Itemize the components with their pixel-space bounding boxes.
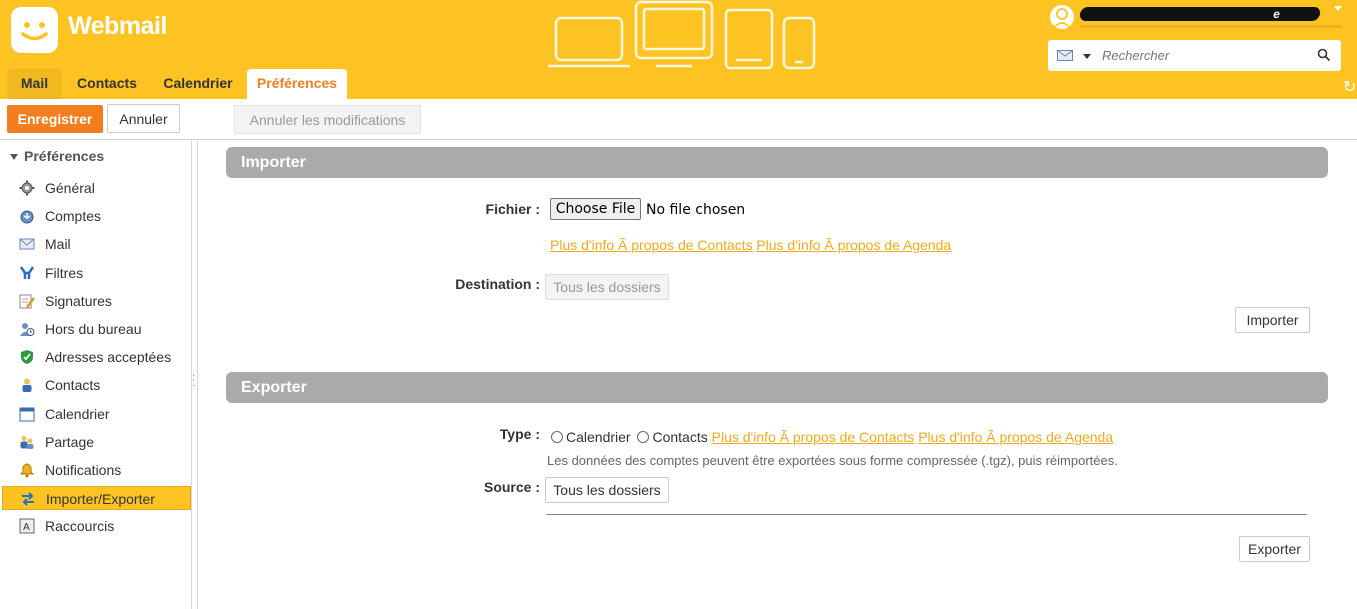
import-agenda-info-link[interactable]: Plus d'info Ã propos de Agenda — [756, 237, 951, 253]
sidebar-item-mail[interactable]: Mail — [2, 232, 191, 256]
file-status: No file chosen — [646, 202, 746, 218]
tab-mail[interactable]: Mail — [7, 69, 62, 99]
save-button[interactable]: Enregistrer — [7, 105, 103, 133]
sidebar-item-shortcuts[interactable]: A Raccourcis — [2, 514, 191, 538]
destination-folder-button[interactable]: Tous les dossiers — [545, 274, 669, 300]
devices-illustration-icon — [548, 0, 816, 70]
filter-icon — [19, 266, 35, 279]
sidebar-item-signatures[interactable]: Signatures — [2, 289, 191, 313]
sidebar-item-contacts[interactable]: Contacts — [2, 373, 191, 397]
sidebar-item-sharing[interactable]: Partage — [2, 430, 191, 454]
svg-text:A: A — [23, 522, 30, 533]
export-section-title: Exporter — [226, 372, 1328, 403]
logo-icon[interactable] — [11, 7, 58, 53]
export-button[interactable]: Exporter — [1239, 536, 1310, 562]
sidebar-item-out-of-office[interactable]: Hors du bureau — [2, 317, 191, 341]
sidebar-item-import-export[interactable]: Importer/Exporter — [2, 486, 191, 510]
user-name-redacted: e — [1078, 7, 1322, 21]
export-agenda-info-link[interactable]: Plus d'info Ã propos de Agenda — [918, 429, 1113, 445]
file-label: Fichier : — [485, 201, 540, 217]
app-header: Webmail e Rechercher ↻ Mail Contacts Cal… — [0, 0, 1357, 99]
chevron-down-icon[interactable] — [1334, 6, 1342, 11]
import-help-links: Plus d'info Ã propos de Contacts Plus d'… — [550, 237, 951, 253]
calendar-icon — [19, 407, 35, 422]
import-section-title: Importer — [226, 147, 1328, 178]
sidebar-item-accepted-addresses[interactable]: Adresses acceptées — [2, 345, 191, 369]
export-contacts-info-link[interactable]: Plus d'info Ã propos de Contacts — [712, 429, 915, 445]
toolbar: Enregistrer Annuler Annuler les modifica… — [0, 99, 1357, 140]
source-label: Source : — [483, 479, 540, 495]
user-avatar-icon — [1050, 5, 1074, 29]
choose-file-button[interactable]: Choose File — [550, 198, 641, 220]
sidebar-item-calendar[interactable]: Calendrier — [2, 402, 191, 426]
radio-calendar[interactable]: Calendrier — [551, 429, 631, 445]
tab-calendar[interactable]: Calendrier — [155, 69, 241, 99]
export-hint: Les données des comptes peuvent être exp… — [547, 453, 1118, 468]
radio-contacts[interactable]: Contacts — [637, 429, 708, 445]
logo-text: Webmail — [68, 12, 167, 40]
out-of-office-icon — [20, 323, 35, 336]
tab-contacts[interactable]: Contacts — [67, 69, 147, 99]
divider — [546, 514, 1307, 515]
collapse-triangle-icon[interactable] — [10, 154, 18, 161]
chevron-down-icon[interactable] — [1083, 54, 1091, 59]
type-label: Type : — [499, 426, 540, 442]
contact-icon — [22, 378, 32, 392]
signature-icon — [19, 294, 35, 309]
sidebar-item-accounts[interactable]: Comptes — [2, 204, 191, 228]
user-menu[interactable]: e — [1050, 4, 1342, 30]
sidebar-resize-handle[interactable]: · · · — [192, 371, 196, 391]
export-type-options: Calendrier Contacts Plus d'info Ã propos… — [551, 429, 1113, 445]
search-box — [1048, 40, 1341, 71]
search-input[interactable] — [1102, 45, 1302, 66]
import-contacts-info-link[interactable]: Plus d'info Ã propos de Contacts — [550, 237, 753, 253]
cancel-button[interactable]: Annuler — [107, 104, 180, 133]
import-export-panel: Importer Fichier : Choose File No file c… — [198, 141, 1357, 609]
mail-icon[interactable] — [1057, 50, 1073, 61]
sidebar-item-notifications[interactable]: Notifications — [2, 458, 191, 482]
gear-icon — [19, 180, 35, 196]
refresh-icon[interactable]: ↻ — [1343, 77, 1356, 97]
source-folder-button[interactable]: Tous les dossiers — [545, 477, 669, 503]
accounts-icon — [20, 210, 34, 224]
mail-icon — [19, 238, 35, 250]
sharing-icon — [20, 436, 34, 449]
sidebar-item-general[interactable]: Général — [2, 176, 191, 200]
shortcut-icon: A — [19, 518, 35, 534]
sidebar-item-filters[interactable]: Filtres — [2, 261, 191, 285]
import-export-icon — [22, 492, 34, 506]
undo-changes-button[interactable]: Annuler les modifications — [234, 105, 421, 134]
bell-icon — [19, 463, 35, 478]
tab-preferences[interactable]: Préférences — [247, 69, 347, 99]
shield-icon — [21, 350, 33, 364]
sidebar-header[interactable]: Préférences — [10, 148, 104, 164]
destination-label: Destination : — [455, 276, 540, 292]
import-button[interactable]: Importer — [1235, 307, 1310, 333]
preferences-sidebar: Préférences Général Comptes Mail Filtres… — [0, 140, 192, 609]
search-icon[interactable] — [1317, 48, 1331, 62]
